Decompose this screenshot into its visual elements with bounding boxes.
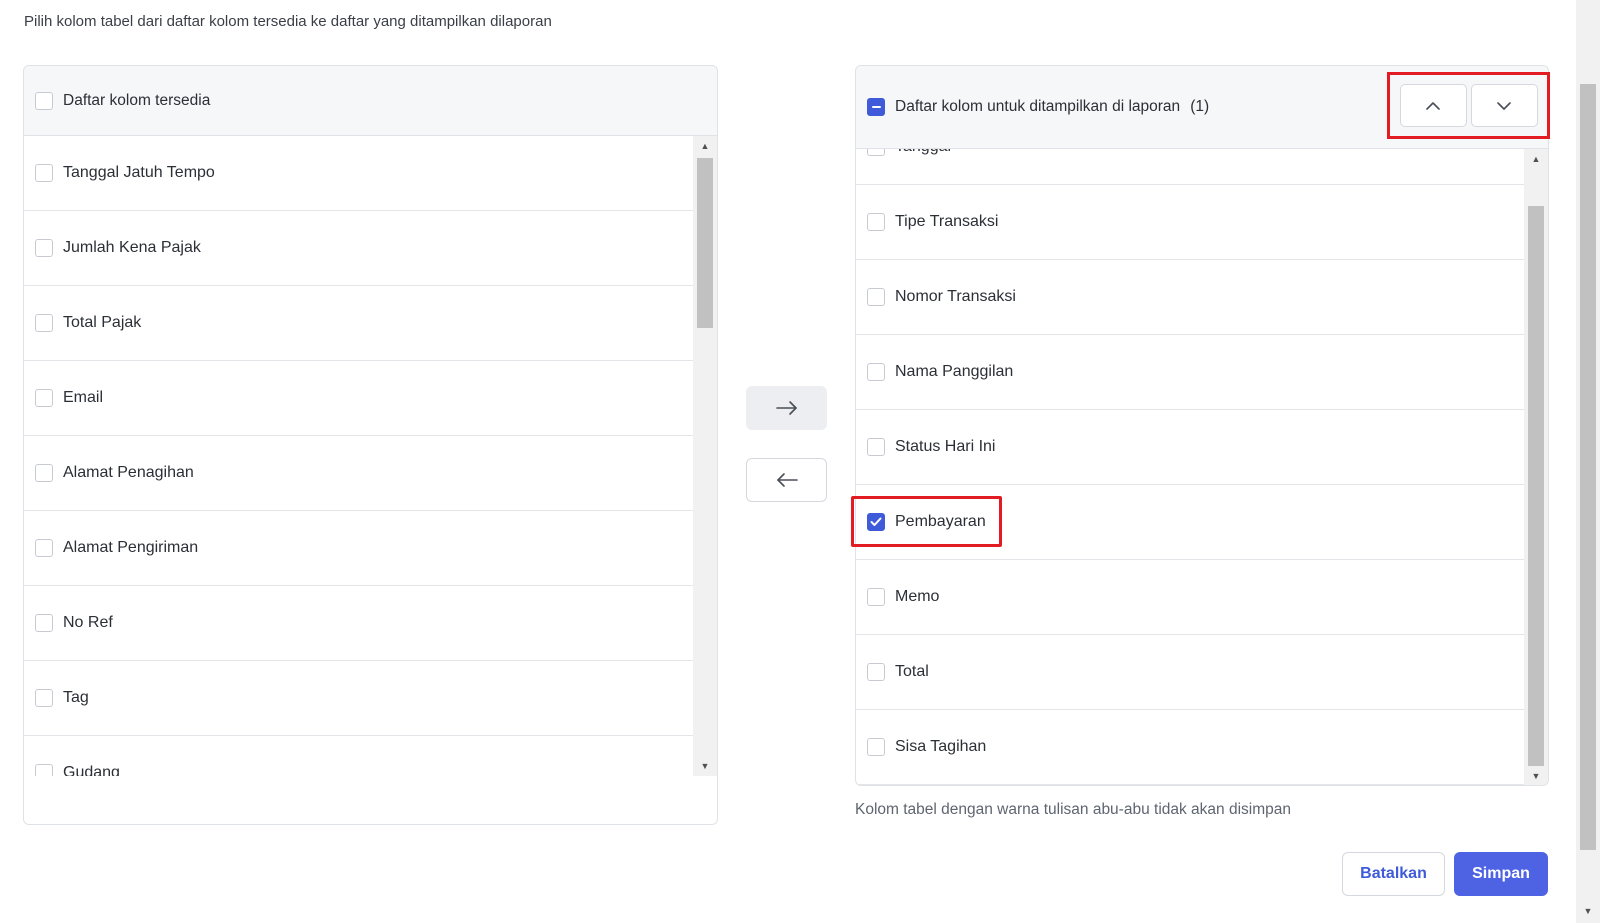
- checkbox[interactable]: [867, 288, 885, 306]
- select-all-selected-checkbox[interactable]: [867, 98, 885, 116]
- checkbox[interactable]: [867, 738, 885, 756]
- move-right-button[interactable]: [746, 386, 827, 430]
- scroll-up-arrow-icon[interactable]: ▲: [693, 136, 717, 156]
- list-item[interactable]: Nomor Transaksi: [856, 260, 1525, 335]
- list-item-label: Memo: [895, 588, 940, 605]
- chevron-up-icon: [1426, 101, 1440, 110]
- list-item[interactable]: Alamat Pengiriman: [24, 511, 693, 586]
- list-item-label: Tipe Transaksi: [895, 213, 999, 230]
- select-all-available-checkbox[interactable]: [35, 91, 53, 110]
- checkbox[interactable]: [867, 149, 885, 156]
- list-item[interactable]: Jumlah Kena Pajak: [24, 211, 693, 286]
- list-item-label: No Ref: [63, 614, 113, 631]
- checkbox[interactable]: [867, 363, 885, 381]
- list-item[interactable]: Memo: [856, 560, 1525, 635]
- available-list-scrollbar[interactable]: ▲ ▼: [693, 136, 717, 776]
- list-item[interactable]: Tanggal Jatuh Tempo: [24, 136, 693, 211]
- checkbox[interactable]: [35, 164, 53, 182]
- move-down-button[interactable]: [1470, 84, 1538, 127]
- list-item[interactable]: Nama Panggilan: [856, 335, 1525, 410]
- list-item[interactable]: Tanggal: [856, 149, 1525, 185]
- checkbox[interactable]: [867, 438, 885, 456]
- cancel-button[interactable]: Batalkan: [1342, 852, 1445, 896]
- list-item-label: Email: [63, 389, 104, 406]
- list-item-label: Status Hari Ini: [895, 438, 996, 455]
- list-item[interactable]: Alamat Penagihan: [24, 436, 693, 511]
- scroll-down-arrow-icon[interactable]: ▼: [1576, 903, 1600, 919]
- selected-count: (1): [1190, 98, 1210, 115]
- checkbox[interactable]: [35, 239, 53, 257]
- list-item-label: Sisa Tagihan: [895, 738, 987, 755]
- scroll-down-arrow-icon[interactable]: ▼: [693, 756, 717, 776]
- scroll-down-arrow-icon[interactable]: ▼: [1524, 766, 1548, 785]
- list-item-label: Alamat Pengiriman: [63, 539, 199, 556]
- list-item[interactable]: Tag: [24, 661, 693, 736]
- list-item-label: Nama Panggilan: [895, 363, 1014, 380]
- list-item[interactable]: Email: [24, 361, 693, 436]
- reorder-buttons-highlight: [1387, 72, 1550, 139]
- checkbox[interactable]: [35, 539, 53, 557]
- move-left-button[interactable]: [746, 458, 827, 502]
- checkbox[interactable]: [35, 764, 53, 776]
- list-item-label: Nomor Transaksi: [895, 288, 1016, 305]
- checked-checkbox[interactable]: [867, 513, 885, 531]
- footnote-text: Kolom tabel dengan warna tulisan abu-abu…: [855, 801, 1292, 818]
- list-item[interactable]: No Ref: [24, 586, 693, 661]
- checkbox[interactable]: [867, 588, 885, 606]
- scroll-up-arrow-icon[interactable]: ▲: [1524, 149, 1548, 169]
- scrollbar-thumb[interactable]: [697, 158, 713, 328]
- checkbox[interactable]: [35, 389, 53, 407]
- list-item[interactable]: Tipe Transaksi: [856, 185, 1525, 260]
- list-item-label: Tanggal: [895, 149, 951, 156]
- list-item-label: Gudang: [63, 764, 120, 776]
- save-button[interactable]: Simpan: [1454, 852, 1548, 896]
- arrow-left-icon: [776, 473, 798, 487]
- selected-columns-panel: Daftar kolom untuk ditampilkan di lapora…: [855, 65, 1549, 786]
- list-item[interactable]: Gudang: [24, 736, 693, 776]
- available-columns-header: Daftar kolom tersedia: [24, 66, 717, 136]
- checkbox[interactable]: [867, 213, 885, 231]
- scrollbar-thumb[interactable]: [1528, 206, 1544, 766]
- page-scrollbar-thumb[interactable]: [1580, 84, 1596, 850]
- chevron-down-icon: [1497, 101, 1511, 110]
- list-item-label: Jumlah Kena Pajak: [63, 239, 201, 256]
- instruction-text: Pilih kolom tabel dari daftar kolom ters…: [24, 13, 552, 30]
- list-item-label: Total: [895, 663, 929, 680]
- list-item-label: Tanggal Jatuh Tempo: [63, 164, 215, 181]
- selected-list-scrollbar[interactable]: ▲ ▼: [1524, 149, 1548, 785]
- checkbox[interactable]: [35, 314, 53, 332]
- selected-columns-list: Tanggal Tipe Transaksi Nomor Transaksi Nama…: [856, 149, 1525, 785]
- list-item[interactable]: Status Hari Ini: [856, 410, 1525, 485]
- checkbox[interactable]: [35, 614, 53, 632]
- list-item-label: Alamat Penagihan: [63, 464, 194, 481]
- selected-columns-title: Daftar kolom untuk ditampilkan di lapora…: [895, 98, 1181, 115]
- list-item-label: Pembayaran: [895, 513, 986, 530]
- list-item[interactable]: Total: [856, 635, 1525, 710]
- checkbox[interactable]: [867, 663, 885, 681]
- checkbox[interactable]: [35, 464, 53, 482]
- list-item[interactable]: Pembayaran: [856, 485, 1525, 560]
- list-item-label: Total Pajak: [63, 314, 142, 331]
- list-item[interactable]: Sisa Tagihan: [856, 710, 1525, 785]
- arrow-right-icon: [775, 401, 797, 415]
- page-scrollbar[interactable]: ▼: [1576, 0, 1600, 923]
- checkbox[interactable]: [35, 689, 53, 707]
- checkmark-icon: [870, 517, 882, 526]
- available-columns-panel: Daftar kolom tersedia Tanggal Jatuh Temp…: [23, 65, 718, 825]
- list-item[interactable]: Total Pajak: [24, 286, 693, 361]
- list-item-label: Tag: [63, 689, 89, 706]
- available-columns-title: Daftar kolom tersedia: [63, 91, 211, 109]
- move-up-button[interactable]: [1399, 84, 1467, 127]
- available-columns-list: Tanggal Jatuh Tempo Jumlah Kena Pajak Tota…: [24, 136, 693, 776]
